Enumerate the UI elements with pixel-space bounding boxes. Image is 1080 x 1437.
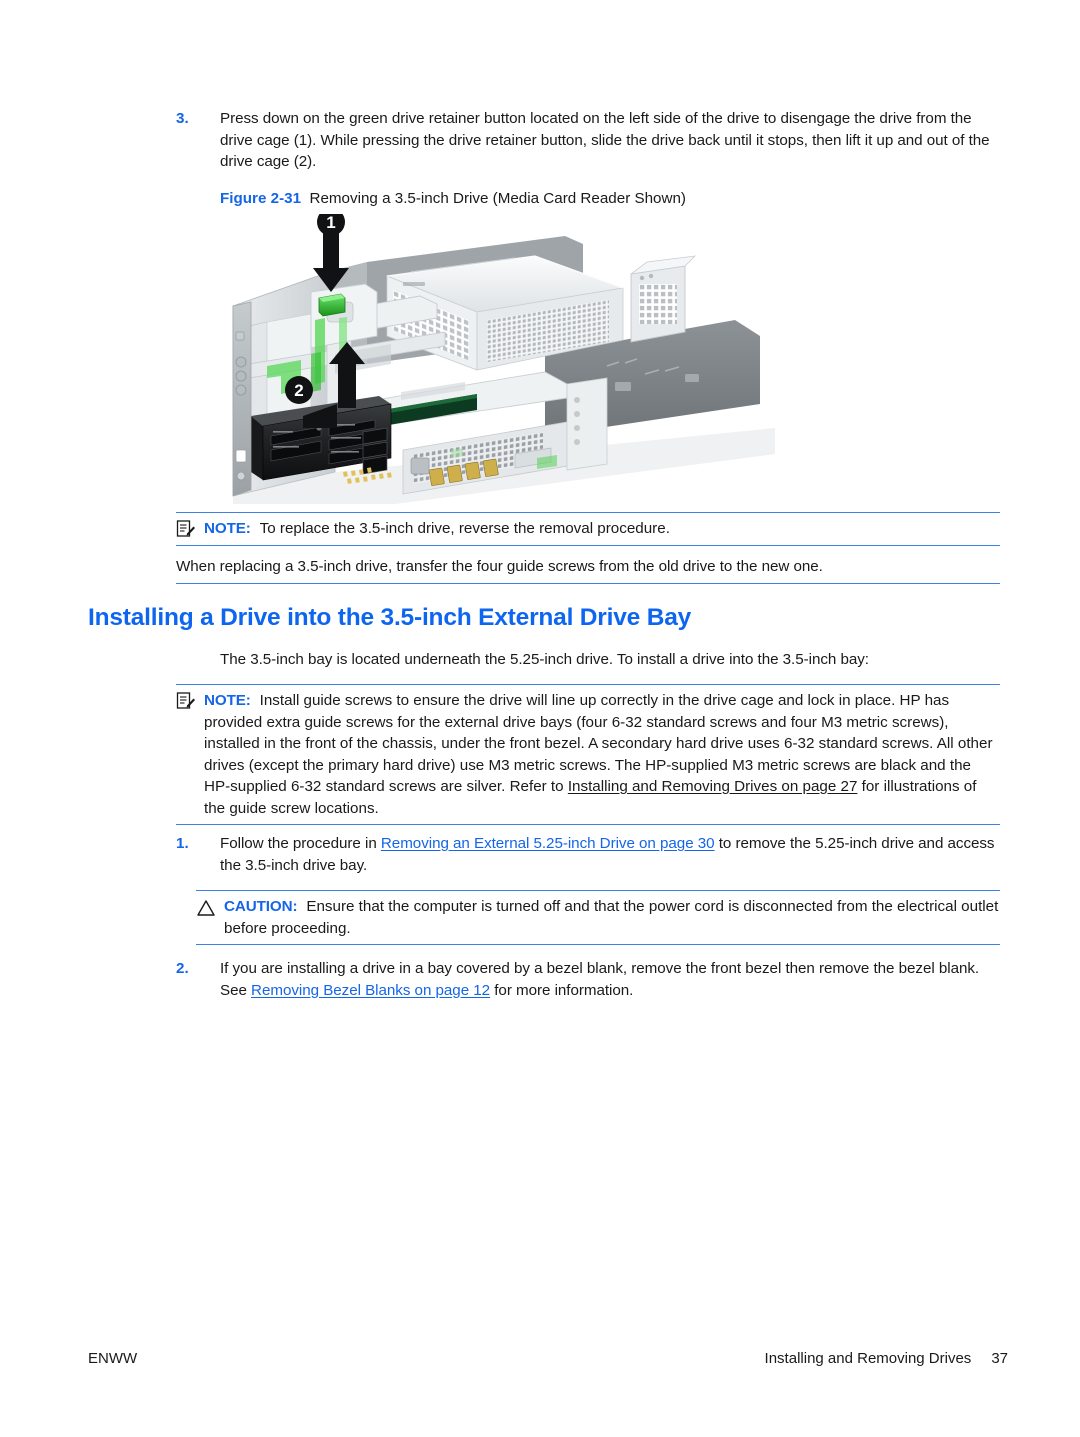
list-item-text: Follow the procedure in Removing an Exte…: [220, 833, 1000, 876]
note-block-replace-drive: NOTE: To replace the 3.5-inch drive, rev…: [176, 512, 1000, 546]
footer-section-title: Installing and Removing Drives: [764, 1350, 972, 1367]
link-installing-and-removing-drives-page-27[interactable]: Installing and Removing Drives on page 2…: [568, 778, 858, 795]
list-item-step-1: 1. Follow the procedure in Removing an E…: [176, 833, 1000, 876]
list-marker: 1.: [176, 835, 189, 852]
note-icon: [176, 691, 196, 711]
list-item-step-3: 3. Press down on the green drive retaine…: [176, 108, 1000, 173]
step-1-text-before-link: Follow the procedure in: [220, 835, 381, 852]
figure-title: Removing a 3.5-inch Drive (Media Card Re…: [309, 190, 686, 207]
note-block-guide-screws: NOTE: Install guide screws to ensure the…: [176, 684, 1000, 825]
callout-1-badge: 1: [317, 214, 345, 236]
figure-label: Figure 2-31: [220, 190, 302, 207]
list-marker: 3.: [176, 110, 189, 127]
intro-paragraph: The 3.5-inch bay is located underneath t…: [220, 651, 869, 668]
step-2-text-after-link: for more information.: [490, 981, 634, 999]
link-removing-bezel-blanks-page-12[interactable]: Removing Bezel Blanks on page 12: [251, 982, 490, 999]
expansion-slot-bracket-rear: [630, 255, 697, 343]
note-keyword: NOTE:: [204, 520, 251, 537]
callout-2-badge: 2: [285, 376, 313, 404]
note-text: To replace the 3.5-inch drive, reverse t…: [259, 520, 670, 537]
footer-page-number: 37: [991, 1350, 1008, 1367]
svg-text:2: 2: [294, 381, 303, 400]
note-icon: [176, 519, 196, 539]
note-keyword: NOTE:: [204, 692, 251, 709]
guide-screws-transfer-text: When replacing a 3.5-inch drive, transfe…: [176, 558, 823, 575]
caution-text: Ensure that the computer is turned off a…: [224, 898, 999, 937]
svg-text:1: 1: [326, 214, 335, 232]
front-bezel: [232, 301, 252, 497]
figure-image-removing-3.5-inch-drive: 1 2: [215, 214, 775, 504]
list-item-text: Press down on the green drive retainer b…: [220, 110, 990, 170]
list-item-step-2: 2. If you are installing a drive in a ba…: [176, 958, 1000, 1001]
figure-caption: Figure 2-31 Removing a 3.5-inch Drive (M…: [220, 188, 1010, 209]
list-marker: 2.: [176, 960, 189, 977]
caution-block-power-disconnect: CAUTION: Ensure that the computer is tur…: [196, 890, 1000, 945]
caution-keyword: CAUTION:: [224, 898, 298, 915]
footer-language-code: ENWW: [88, 1350, 138, 1367]
green-drive-retainer-button: [318, 293, 346, 317]
link-removing-external-5.25-inch-drive-page-30[interactable]: Removing an External 5.25-inch Drive on …: [381, 835, 715, 852]
page-title-installing-drive-3.5-bay: Installing a Drive into the 3.5-inch Ext…: [88, 604, 692, 631]
caution-triangle-icon: [196, 898, 216, 918]
front-usb-ports: [362, 427, 388, 475]
list-item-text: If you are installing a drive in a bay c…: [220, 958, 1000, 1001]
footer-running-head: Installing and Removing Drives 37: [765, 1350, 1008, 1367]
document-page: 3. Press down on the green drive retaine…: [0, 0, 1080, 1437]
guide-screws-transfer-note: When replacing a 3.5-inch drive, transfe…: [176, 556, 1000, 584]
